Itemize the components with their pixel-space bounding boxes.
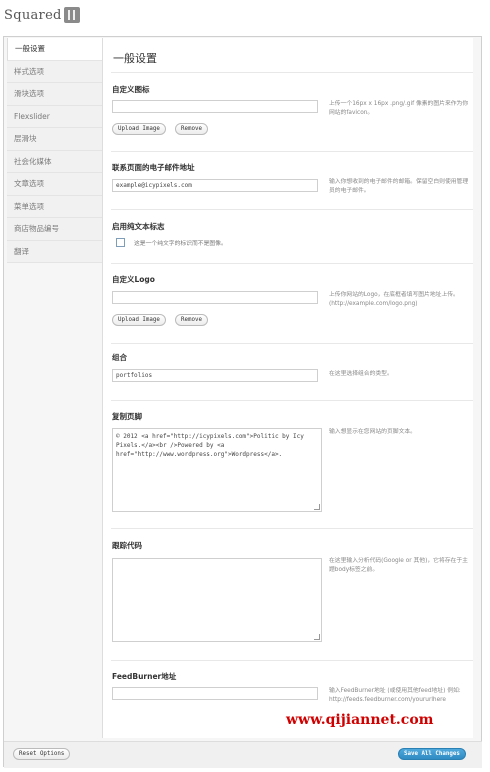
sidebar-item-social[interactable]: 社会化媒体 (7, 150, 102, 173)
favicon-input[interactable] (112, 100, 318, 113)
sidebar-item-style[interactable]: 样式选项 (7, 60, 102, 83)
divider (111, 400, 473, 401)
logo-input[interactable] (112, 291, 318, 304)
sidebar-item-general[interactable]: 一般设置 (7, 38, 102, 61)
favicon-title: 自定义图标 (112, 85, 150, 94)
feedburner-input[interactable] (112, 687, 318, 700)
divider (111, 209, 473, 210)
logo-remove-button[interactable]: Remove (175, 314, 208, 326)
logo-upload-button[interactable]: Upload Image (112, 314, 166, 326)
copyright-text: © 2012 <a href="http://icypixels.com">Po… (116, 433, 308, 458)
sidebar-item-post[interactable]: 文章选项 (7, 173, 102, 196)
sidebar-item-shop[interactable]: 商店物品编号 (7, 218, 102, 241)
divider (111, 151, 473, 152)
portfolio-title: 组合 (112, 353, 127, 362)
resize-handle[interactable] (314, 634, 320, 640)
tracking-desc: 在这里输入分析代码(Google or 其他)，它将存在于主题body标签之前。 (329, 558, 468, 573)
logo-text: Squared (4, 7, 62, 23)
footer-bar: Reset Options Save All Changes (4, 741, 482, 768)
copyright-title: 复制页脚 (112, 412, 142, 421)
portfolio-input[interactable]: portfolios (112, 369, 318, 382)
resize-handle[interactable] (314, 504, 320, 510)
favicon-upload-button[interactable]: Upload Image (112, 123, 166, 135)
portfolio-desc: 在这里选择组合的类型。 (329, 371, 393, 377)
divider (111, 72, 473, 73)
page-title: 一般设置 (113, 52, 157, 65)
tracking-title: 跟踪代码 (112, 541, 142, 550)
sidebar-item-slider[interactable]: 滑块选项 (7, 83, 102, 106)
logo-title: 自定义Logo (112, 275, 155, 284)
sidebar: 一般设置 样式选项 滑块选项 Flexslider 层滑块 社会化媒体 文章选项… (7, 38, 102, 263)
sidebar-item-translate[interactable]: 翻译 (7, 240, 102, 263)
reset-options-button[interactable]: Reset Options (13, 748, 71, 760)
tracking-textarea[interactable] (112, 558, 322, 642)
email-desc: 输入你想收到的电子邮件的邮箱。保留空白则使用管理员的电子邮件。 (329, 179, 469, 194)
email-input[interactable]: example@icypixels.com (112, 179, 318, 192)
watermark: www.qijiannet.com (286, 712, 434, 728)
feedburner-title: FeedBurner地址 (112, 672, 177, 681)
divider (111, 528, 473, 529)
email-title: 联系页面的电子邮件地址 (112, 163, 195, 172)
favicon-remove-button[interactable]: Remove (175, 123, 208, 135)
logo-icon (63, 7, 80, 23)
save-all-changes-button[interactable]: Save All Changes (398, 748, 466, 760)
main-content: 一般设置 自定义图标 Upload Image Remove 上传一个16px … (102, 38, 473, 738)
divider (111, 660, 473, 661)
favicon-desc: 上传一个16px x 16px .png/.gif 像素的图片来作为你网站的fa… (329, 101, 469, 116)
sidebar-item-menu[interactable]: 菜单选项 (7, 195, 102, 218)
plain-logo-label: 这是一个纯文字的标识而不是图像。 (134, 241, 227, 247)
app-header: Squared (4, 4, 80, 26)
copyright-desc: 输入想显示在您网站的页脚文本。 (329, 429, 416, 435)
divider (111, 263, 473, 264)
feedburner-desc: 输入FeedBurner地址 (或使用其他feed地址) 例如: http://… (329, 688, 461, 703)
sidebar-item-layer-slider[interactable]: 层滑块 (7, 128, 102, 151)
sidebar-item-flexslider[interactable]: Flexslider (7, 105, 102, 128)
divider (111, 343, 473, 344)
copyright-textarea[interactable]: © 2012 <a href="http://icypixels.com">Po… (112, 428, 322, 512)
plain-logo-checkbox[interactable] (116, 238, 125, 247)
logo-desc: 上传你网站的Logo，在底框者填写图片地址上传。 (http://example… (329, 292, 459, 307)
plain-logo-title: 启用纯文本标志 (112, 222, 165, 231)
